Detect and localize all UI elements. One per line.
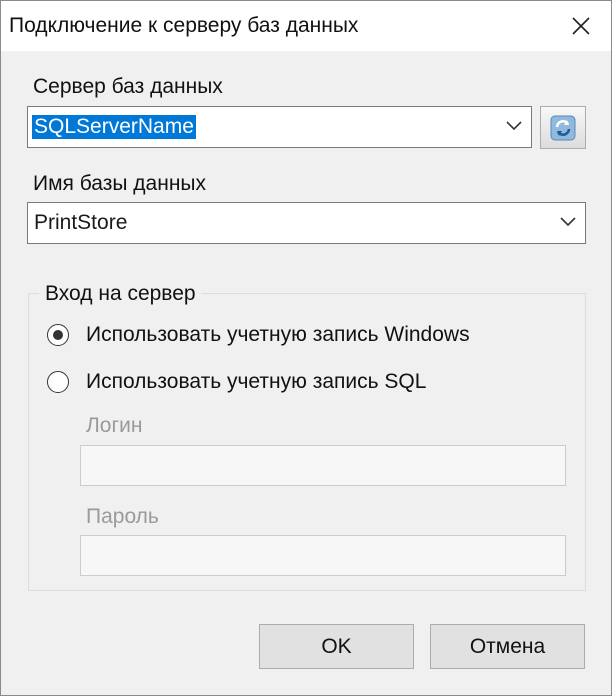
server-label: Сервер баз данных	[33, 75, 223, 98]
title-bar: Подключение к серверу баз данных	[1, 1, 611, 51]
cancel-button[interactable]: Отмена	[430, 624, 585, 669]
server-combobox[interactable]: SQLServerName	[27, 106, 532, 148]
sql-auth-label[interactable]: Использовать учетную запись SQL	[86, 370, 426, 394]
windows-auth-label[interactable]: Использовать учетную запись Windows	[86, 323, 470, 347]
server-value: SQLServerName	[32, 115, 196, 139]
login-label: Логин	[86, 414, 143, 437]
chevron-down-icon	[560, 217, 576, 227]
refresh-servers-button[interactable]	[540, 106, 586, 149]
radio-selected-dot	[53, 330, 63, 340]
sql-auth-radio[interactable]	[47, 371, 69, 393]
refresh-icon	[550, 115, 576, 140]
password-label: Пароль	[86, 505, 159, 528]
database-value: PrintStore	[34, 211, 128, 234]
connection-dialog: Подключение к серверу баз данных Сервер …	[0, 0, 612, 696]
login-input[interactable]	[80, 445, 566, 486]
database-label: Имя базы данных	[33, 172, 207, 195]
password-input[interactable]	[80, 535, 566, 576]
database-combobox[interactable]: PrintStore	[27, 202, 586, 244]
login-group-title: Вход на сервер	[39, 282, 202, 306]
chevron-down-icon	[506, 121, 522, 131]
windows-auth-radio[interactable]	[47, 324, 69, 346]
close-button[interactable]	[551, 1, 611, 51]
close-icon	[572, 17, 590, 35]
dialog-title: Подключение к серверу баз данных	[9, 14, 359, 37]
ok-button[interactable]: OK	[259, 624, 414, 669]
